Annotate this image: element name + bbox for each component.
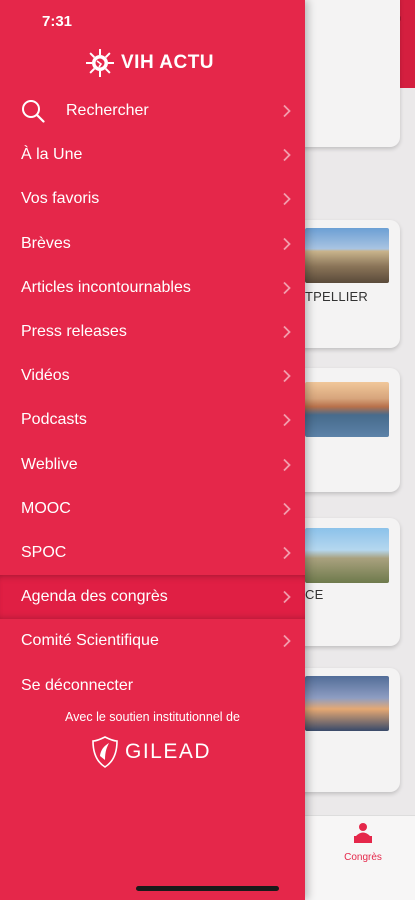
chevron-right-icon: [283, 281, 291, 294]
card-city: TPELLIER: [305, 289, 369, 304]
menu-item-favoris[interactable]: Vos favoris: [0, 177, 305, 221]
tab-congres[interactable]: Congrès: [336, 822, 390, 863]
sponsor-logo: GILEAD: [92, 736, 211, 768]
card-photo: [305, 528, 389, 583]
sponsor-text: Avec le soutien institutionnel de: [65, 710, 240, 724]
chevron-right-icon: [283, 370, 291, 383]
menu-item-agenda[interactable]: Agenda des congrès: [0, 575, 305, 620]
menu-item-label: Articles incontournables: [21, 278, 191, 296]
sponsor-logo-text: GILEAD: [125, 740, 212, 763]
chevron-right-icon: [283, 591, 291, 604]
chevron-right-icon: [283, 502, 291, 515]
card-city: CE: [305, 587, 324, 602]
card-photo: [305, 676, 389, 731]
menu-item-label: Rechercher: [66, 102, 149, 120]
status-time: 7:31: [42, 13, 73, 30]
menu-item-articles[interactable]: Articles incontournables: [0, 266, 305, 310]
menu-item-weblive[interactable]: Weblive: [0, 443, 305, 487]
menu-item-label: Vos favoris: [21, 190, 100, 208]
menu-item-podcasts[interactable]: Podcasts: [0, 398, 305, 442]
menu-item-spoc[interactable]: SPOC: [0, 531, 305, 575]
menu-item-comite[interactable]: Comité Scientifique: [0, 619, 305, 663]
congress-icon: [354, 823, 372, 843]
chevron-right-icon: [283, 149, 291, 162]
menu-item-label: SPOC: [21, 543, 67, 561]
card-photo: [305, 228, 389, 283]
logo-text: VIH ACTU: [121, 52, 215, 73]
menu-item-label: Comité Scientifique: [21, 632, 159, 650]
menu-item-label: Se déconnecter: [21, 676, 134, 694]
search-icon: [22, 100, 45, 123]
chevron-right-icon: [283, 414, 291, 427]
gilead-shield-icon: [92, 736, 118, 768]
virus-icon: [86, 49, 114, 77]
card-photo: [305, 382, 389, 437]
menu-item-breves[interactable]: Brèves: [0, 222, 305, 266]
menu-item-label: Podcasts: [21, 411, 87, 429]
chevron-right-icon: [283, 458, 291, 471]
menu-item-mooc[interactable]: MOOC: [0, 487, 305, 531]
app-logo: VIH ACTU: [85, 48, 214, 78]
menu-item-label: Press releases: [21, 323, 127, 341]
chevron-right-icon: [283, 635, 291, 648]
menu-item-a-la-une[interactable]: À la Une: [0, 133, 305, 177]
menu-item-label: Vidéos: [21, 367, 70, 385]
menu-item-videos[interactable]: Vidéos: [0, 354, 305, 398]
menu-item-logout[interactable]: Se déconnecter: [0, 663, 305, 707]
menu-item-label: Weblive: [21, 455, 78, 473]
chevron-right-icon: [283, 546, 291, 560]
menu-item-label: MOOC: [21, 499, 71, 517]
home-indicator[interactable]: [136, 886, 279, 891]
tab-label: Congrès: [344, 852, 382, 863]
menu-item-label: À la Une: [21, 146, 83, 164]
drawer-menu: Rechercher À la Une Vos favoris Brèves A…: [0, 89, 305, 708]
menu-item-search[interactable]: Rechercher: [0, 89, 305, 133]
chevron-right-icon: [283, 237, 291, 250]
menu-item-label: Brèves: [21, 234, 71, 252]
side-drawer: 7:31 VIH ACTU Rechercher À la Une Vos fa…: [0, 0, 305, 900]
menu-item-press-releases[interactable]: Press releases: [0, 310, 305, 354]
menu-item-label: Agenda des congrès: [21, 588, 168, 606]
chevron-right-icon: [283, 193, 291, 206]
chevron-right-icon: [283, 104, 291, 118]
chevron-right-icon: [283, 325, 291, 339]
